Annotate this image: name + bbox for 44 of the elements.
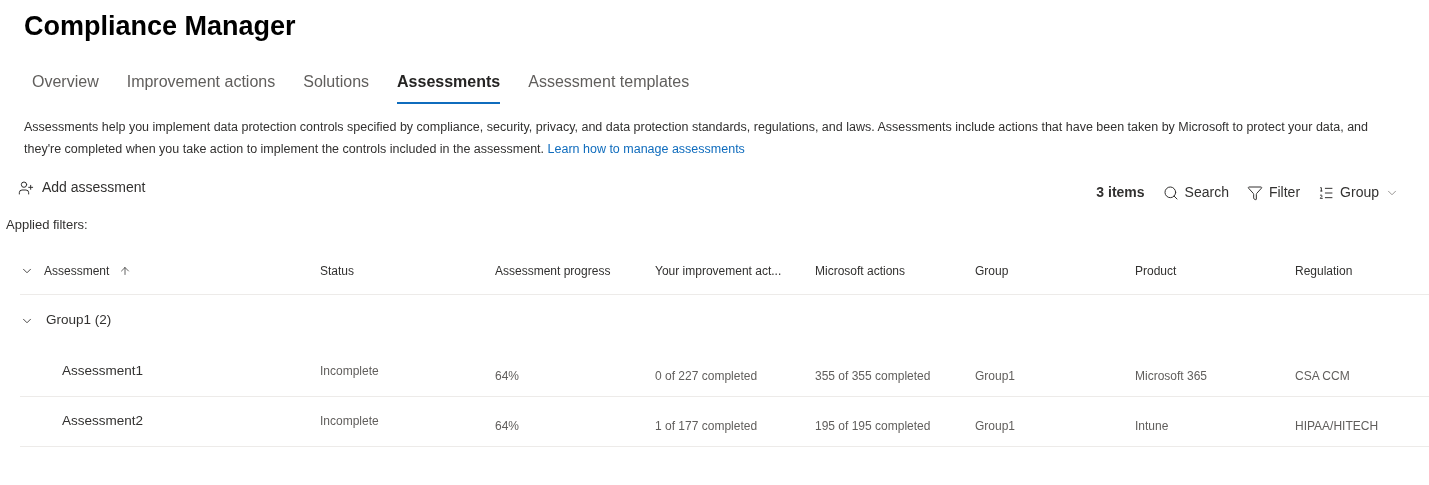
applied-filters-label: Applied filters: [5, 216, 89, 234]
column-header[interactable]: Regulation [1295, 262, 1353, 280]
table-cell-text: Assessment2 [61, 411, 145, 430]
group-header[interactable]: Group1 (2) [20, 294, 112, 347]
table-cell-text: HIPAA/HITECH [1295, 418, 1380, 435]
table-cell-text: 355 of 355 completed [815, 368, 932, 385]
table-cell-text: Group1 [975, 418, 1017, 435]
learn-more-link[interactable]: Learn how to manage assessments [547, 142, 745, 156]
table-cell-text: 195 of 195 completed [815, 418, 932, 435]
filter-icon [1246, 184, 1263, 201]
table-cell-text: Incomplete [320, 413, 380, 430]
column-header[interactable]: Status [320, 262, 355, 280]
search-button[interactable]: Search [1162, 182, 1229, 203]
search-icon [1162, 184, 1179, 201]
tab[interactable]: Assessments [397, 70, 501, 104]
item-count: 3 items [1096, 183, 1145, 202]
table-cell-text: 64% [495, 418, 521, 435]
column-header[interactable]: Product [1135, 262, 1177, 280]
column-header[interactable]: Your improvement act... [655, 262, 782, 280]
column-header[interactable]: Assessment progress [495, 262, 611, 280]
tab[interactable]: Solutions [303, 70, 370, 104]
tab[interactable]: Improvement actions [126, 70, 276, 104]
table-cell-text: Incomplete [320, 363, 380, 380]
column-header[interactable]: Group [975, 262, 1009, 280]
group-button[interactable]: Group [1318, 182, 1399, 203]
page-title: Compliance Manager [23, 10, 297, 43]
table-cell-text: Microsoft 365 [1135, 368, 1209, 385]
list-icon [1318, 184, 1335, 201]
filter-button[interactable]: Filter [1246, 182, 1301, 203]
add-person-icon [18, 179, 34, 196]
description: Assessments help you implement data protection controls specified by compliance, security, privacy, and data protection standards, regulations, and laws. Assessments include actions that have been taken by Microsoft to protect your data, and they're completed when you take action to implement the controls included in the assessment. Learn how to manage assessments [23, 119, 1369, 158]
table-cell-text: 0 of 227 completed [655, 368, 759, 385]
column-header[interactable]: Assessment [44, 262, 110, 280]
table-cell-text: Assessment1 [61, 361, 145, 380]
sort-ascending-icon [119, 265, 132, 277]
add-assessment-button[interactable]: Add assessment [18, 177, 146, 198]
table-cell-text: 1 of 177 completed [655, 418, 759, 435]
table-cell-text: CSA CCM [1295, 368, 1351, 385]
tab[interactable]: Assessment templates [528, 70, 690, 104]
table-cell-text: Intune [1135, 418, 1170, 435]
table-cell-text: Group1 [975, 368, 1017, 385]
tab[interactable]: Overview [32, 70, 99, 104]
column-header[interactable]: Microsoft actions [815, 262, 906, 280]
table-cell-text: 64% [495, 368, 521, 385]
